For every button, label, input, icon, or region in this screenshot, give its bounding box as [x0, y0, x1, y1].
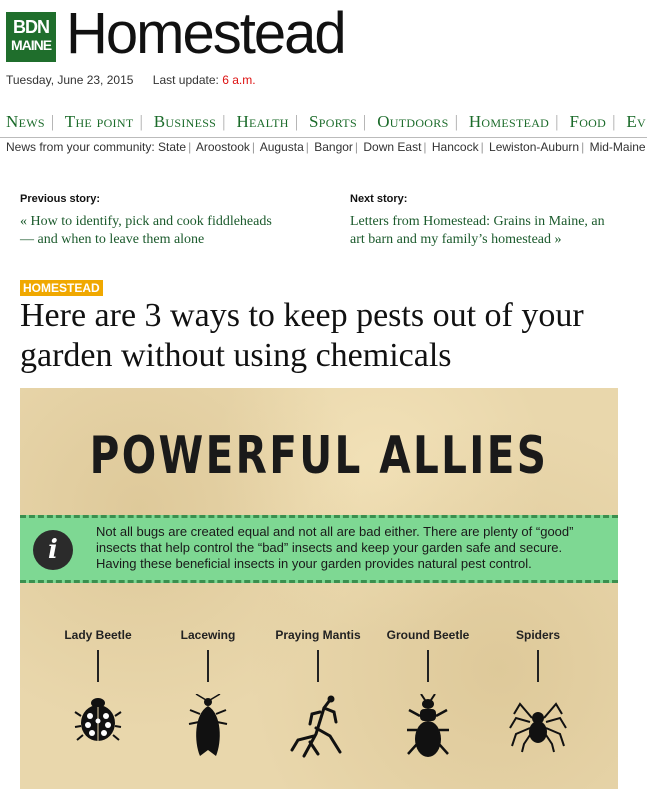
- logo-line1: BDN: [13, 17, 50, 37]
- logo-line2: MAINE: [10, 37, 52, 53]
- bug-ground-beetle: Ground Beetle: [373, 628, 483, 760]
- community-link-hancock[interactable]: Hancock: [432, 140, 479, 154]
- next-story-link[interactable]: Letters from Homestead: Grains in Maine,…: [350, 213, 620, 249]
- category-badge[interactable]: HOMESTEAD: [20, 280, 103, 296]
- previous-story-link[interactable]: « How to identify, pick and cook fiddleh…: [20, 213, 280, 249]
- community-link-down-east[interactable]: Down East: [363, 140, 421, 154]
- bug-label: Lacewing: [180, 628, 236, 642]
- nav-item-food[interactable]: Food: [569, 112, 606, 131]
- lacewing-icon: [188, 694, 228, 756]
- community-bar: News from your community: State | Aroosto…: [0, 137, 647, 154]
- community-link-lewiston-auburn[interactable]: Lewiston-Auburn: [489, 140, 579, 154]
- nav-separator: |: [50, 112, 55, 131]
- bug-label: Lady Beetle: [64, 628, 132, 642]
- nav-separator: |: [294, 112, 299, 131]
- bug-lady-beetle: Lady Beetle: [43, 628, 153, 744]
- bug-row: Lady Beetle Lacewing Praying Mantis Grou…: [20, 628, 618, 788]
- nav-item-news[interactable]: News: [6, 112, 45, 131]
- nav-item-homestead[interactable]: Homestead: [469, 112, 549, 131]
- community-link-mid-maine[interactable]: Mid-Maine: [590, 140, 646, 154]
- info-text: Not all bugs are created equal and not a…: [96, 524, 574, 571]
- main-nav: News | The point | Business | Health | Sport…: [6, 112, 647, 132]
- nav-item-outdoors[interactable]: Outdoors: [377, 112, 448, 131]
- nav-separator: |: [612, 112, 616, 131]
- nav-item-health[interactable]: Health: [236, 112, 288, 131]
- bug-lacewing: Lacewing: [153, 628, 263, 760]
- bug-label: Ground Beetle: [386, 628, 470, 642]
- community-link-state[interactable]: State: [158, 140, 186, 154]
- praying-mantis-icon: [290, 695, 342, 758]
- nav-item-business[interactable]: Business: [154, 112, 216, 131]
- nav-separator: |: [362, 112, 367, 131]
- bug-praying-mantis: Praying Mantis: [263, 628, 373, 760]
- bug-spiders: Spiders: [483, 628, 593, 754]
- nav-separator: |: [222, 112, 226, 131]
- article-headline: Here are 3 ways to keep pests out of you…: [20, 297, 584, 374]
- last-update-label: Last update:: [152, 73, 219, 87]
- bdn-maine-logo[interactable]: BDN MAINE: [6, 12, 56, 62]
- previous-story-label: Previous story:: [20, 193, 101, 205]
- ground-beetle-icon: [407, 694, 449, 757]
- nav-item-the-point[interactable]: The point: [65, 112, 134, 131]
- last-update-time: 6 a.m.: [222, 73, 256, 87]
- current-date: Tuesday, June 23, 2015: [6, 73, 134, 87]
- previous-story: Previous story: « How to identify, pick …: [20, 193, 280, 249]
- lady-beetle-icon: [74, 698, 122, 741]
- info-band: i Not all bugs are created equal and not…: [20, 515, 618, 583]
- community-label: News from your community:: [6, 140, 155, 154]
- nav-separator: |: [139, 112, 144, 131]
- infographic-image: POWERFUL ALLIES i Not all bugs are creat…: [20, 388, 618, 789]
- section-title[interactable]: Homestead: [66, 0, 347, 67]
- info-icon: i: [33, 530, 73, 570]
- bug-label: Praying Mantis: [275, 628, 361, 642]
- nav-item-sports[interactable]: Sports: [309, 112, 357, 131]
- next-story: Next story: Letters from Homestead: Grai…: [350, 193, 620, 249]
- spider-icon: [509, 702, 567, 753]
- bug-label: Spiders: [515, 628, 560, 642]
- nav-item-events[interactable]: Ev: [626, 112, 646, 131]
- dateline: Tuesday, June 23, 2015 Last update: 6 a.…: [6, 73, 256, 87]
- next-story-label: Next story:: [350, 193, 408, 205]
- community-link-bangor[interactable]: Bangor: [314, 140, 353, 154]
- nav-separator: |: [555, 112, 559, 131]
- nav-separator: |: [454, 112, 459, 131]
- infographic-title: POWERFUL ALLIES: [89, 426, 549, 486]
- community-link-augusta[interactable]: Augusta: [260, 140, 304, 154]
- community-link-aroostook[interactable]: Aroostook: [196, 140, 250, 154]
